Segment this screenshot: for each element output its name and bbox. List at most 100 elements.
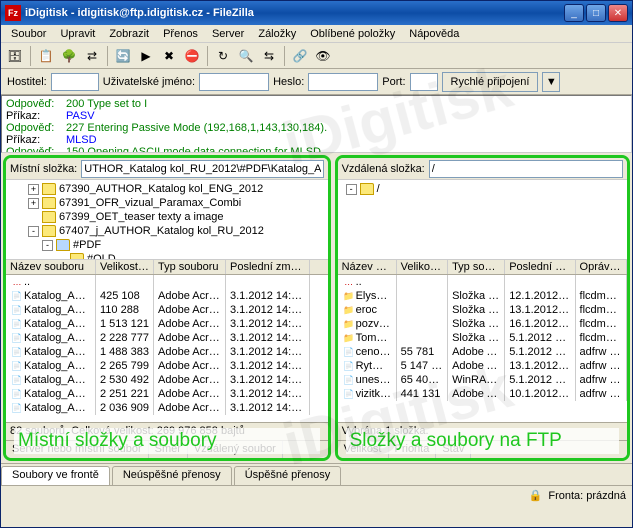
column-header[interactable]: Poslední změna	[226, 260, 310, 274]
column-header[interactable]: Název souboru	[6, 260, 96, 274]
file-icon: 📁	[342, 291, 356, 302]
find-icon[interactable]: 👁	[313, 46, 333, 66]
tree-expander[interactable]: +	[28, 184, 39, 195]
tree-label[interactable]: 67390_AUTHOR_Katalog kol_ENG_2012	[59, 183, 263, 195]
disconnect-icon[interactable]: ⛔	[182, 46, 202, 66]
quickconnect-button[interactable]: Rychlé připojení	[442, 72, 539, 92]
tree-expander[interactable]: -	[42, 240, 53, 251]
remote-path-input[interactable]	[429, 160, 623, 178]
local-tree[interactable]: +67390_AUTHOR_Katalog kol_ENG_2012 +67391…	[6, 180, 328, 260]
queue-status: Fronta: prázdná	[548, 490, 626, 502]
folder-icon	[360, 183, 374, 195]
tree-label[interactable]: /	[377, 183, 380, 195]
sitemanager-icon[interactable]: 🗄	[5, 46, 25, 66]
refresh-icon[interactable]: 🔄	[113, 46, 133, 66]
remote-filelist[interactable]: Název …Velikost s…Typ souboruPoslední zm…	[338, 260, 627, 422]
tab-0[interactable]: Soubory ve frontě	[1, 466, 110, 485]
file-row[interactable]: 📄Rytmus …5 147 427Adobe Acro…13.1.2012 1…	[338, 359, 627, 373]
menu-soubor[interactable]: Soubor	[5, 28, 52, 40]
menu-přenos[interactable]: Přenos	[157, 28, 204, 40]
process-queue-icon[interactable]: ▶	[136, 46, 156, 66]
menu-zobrazit[interactable]: Zobrazit	[103, 28, 155, 40]
cell: Adobe Acro…	[448, 345, 505, 359]
file-row[interactable]: 📄unesco-p…65 401 436WinRAR ZI…5.1.2012 1…	[338, 373, 627, 387]
pass-input[interactable]	[308, 73, 378, 91]
cell: Adobe Acrobat …	[154, 317, 226, 331]
tree-label[interactable]: #OLD	[87, 253, 116, 260]
tab-1[interactable]: Neúspěšné přenosy	[112, 466, 232, 485]
tree-expander[interactable]: -	[346, 184, 357, 195]
file-row[interactable]: 📄Katalog_Author_…425 108Adobe Acrobat …3…	[6, 289, 328, 303]
file-row[interactable]: 📁pozvank…Složka sou…16.1.2012 9:24…flcdm…	[338, 317, 627, 331]
cell: 1 488 383	[96, 345, 154, 359]
file-row[interactable]: 📄vizitky_R…441 131Adobe Acro…10.1.2012 1…	[338, 387, 627, 401]
port-input[interactable]	[410, 73, 438, 91]
host-input[interactable]	[51, 73, 99, 91]
menu-nápověda[interactable]: Nápověda	[403, 28, 465, 40]
close-button[interactable]: ✕	[608, 4, 628, 22]
tree-label[interactable]: 67391_OFR_vizual_Paramax_Combi	[59, 197, 241, 209]
toolbar: 🗄 📋 🌳 ⇄ 🔄 ▶ ✖ ⛔ ↻ 🔍 ⇆ 🔗 👁	[1, 43, 632, 69]
file-row[interactable]: 📄Katalog_Author_…2 251 221Adobe Acrobat …	[6, 387, 328, 401]
file-row[interactable]: 📁Tomas Z…Složka sou…5.1.2012 13:32…flcdm…	[338, 331, 627, 345]
file-row[interactable]: 📄Katalog_Author_…2 036 909Adobe Acrobat …	[6, 401, 328, 415]
file-row[interactable]: 📄Katalog_Author_…1 513 121Adobe Acrobat …	[6, 317, 328, 331]
maximize-button[interactable]: □	[586, 4, 606, 22]
column-header[interactable]: Oprávnění	[576, 260, 627, 274]
file-icon: 📄	[10, 305, 24, 316]
column-header[interactable]: Velikost so…	[96, 260, 154, 274]
window-title: iDigitisk - idigitisk@ftp.idigitisk.cz -…	[25, 7, 564, 19]
file-row[interactable]: 📄cenovky…55 781Adobe Acro…5.1.2012 14:37…	[338, 345, 627, 359]
menu-server[interactable]: Server	[206, 28, 250, 40]
quickconnect-dropdown[interactable]: ▼	[542, 72, 560, 92]
tab-2[interactable]: Úspěšné přenosy	[234, 466, 342, 485]
local-caption: Místní složky a soubory	[14, 428, 320, 454]
toggle-queue-icon[interactable]: ⇄	[82, 46, 102, 66]
toggle-log-icon[interactable]: 📋	[36, 46, 56, 66]
file-row[interactable]: …..	[6, 275, 328, 289]
menu-záložky[interactable]: Záložky	[252, 28, 302, 40]
menubar: SouborUpravitZobrazitPřenosServerZáložky…	[1, 25, 632, 43]
minimize-button[interactable]: _	[564, 4, 584, 22]
tree-label[interactable]: 67399_OET_teaser texty a image	[59, 211, 223, 223]
cell: 65 401 436	[397, 373, 448, 387]
file-row[interactable]: 📁ElysbergSložka sou…12.1.2012 14:4…flcdm…	[338, 289, 627, 303]
compare-icon[interactable]: ⇆	[259, 46, 279, 66]
toggle-tree-icon[interactable]: 🌳	[59, 46, 79, 66]
column-header[interactable]: Typ souboru	[154, 260, 226, 274]
local-path-input[interactable]	[81, 160, 323, 178]
file-row[interactable]: 📄Katalog_Author_…1 488 383Adobe Acrobat …	[6, 345, 328, 359]
menu-upravit[interactable]: Upravit	[54, 28, 101, 40]
sync-browse-icon[interactable]: 🔗	[290, 46, 310, 66]
cell	[397, 331, 448, 345]
file-row[interactable]: 📄Katalog_Author_…110 288Adobe Acrobat …3…	[6, 303, 328, 317]
file-row[interactable]: 📄Katalog_Author_…2 265 799Adobe Acrobat …	[6, 359, 328, 373]
file-row[interactable]: 📄Katalog_Author_…2 228 777Adobe Acrobat …	[6, 331, 328, 345]
column-header[interactable]: Typ souboru	[448, 260, 505, 274]
tree-label[interactable]: #PDF	[73, 239, 101, 251]
reconnect-icon[interactable]: ↻	[213, 46, 233, 66]
remote-tree[interactable]: -/	[338, 180, 627, 260]
file-icon: 📄	[10, 291, 24, 302]
menu-oblíbené položky[interactable]: Oblíbené položky	[304, 28, 401, 40]
cell: 📄vizitky_R…	[338, 387, 397, 401]
cell: Adobe Acro…	[448, 387, 505, 401]
cancel-icon[interactable]: ✖	[159, 46, 179, 66]
file-row[interactable]: 📄Katalog_Author_…2 530 492Adobe Acrobat …	[6, 373, 328, 387]
file-row[interactable]: 📁erocSložka sou…13.1.2012 8:18…flcdmpe (…	[338, 303, 627, 317]
host-label: Hostitel:	[7, 76, 47, 88]
cell	[397, 289, 448, 303]
column-header[interactable]: Velikost s…	[397, 260, 448, 274]
file-row[interactable]: …..	[338, 275, 627, 289]
cell: Adobe Acrobat …	[154, 387, 226, 401]
message-log[interactable]: Odpověď:200 Type set to IPříkaz:PASVOdpo…	[1, 95, 632, 153]
tree-label[interactable]: 67407_j_AUTHOR_Katalog kol_RU_2012	[59, 225, 264, 237]
tree-expander[interactable]: -	[28, 226, 39, 237]
local-filelist[interactable]: Název souboruVelikost so…Typ souboruPosl…	[6, 260, 328, 422]
filter-icon[interactable]: 🔍	[236, 46, 256, 66]
tree-expander[interactable]: +	[28, 198, 39, 209]
column-header[interactable]: Název …	[338, 260, 397, 274]
column-header[interactable]: Poslední změna	[505, 260, 575, 274]
user-input[interactable]	[199, 73, 269, 91]
cell: flcdmpe (07…	[576, 289, 627, 303]
